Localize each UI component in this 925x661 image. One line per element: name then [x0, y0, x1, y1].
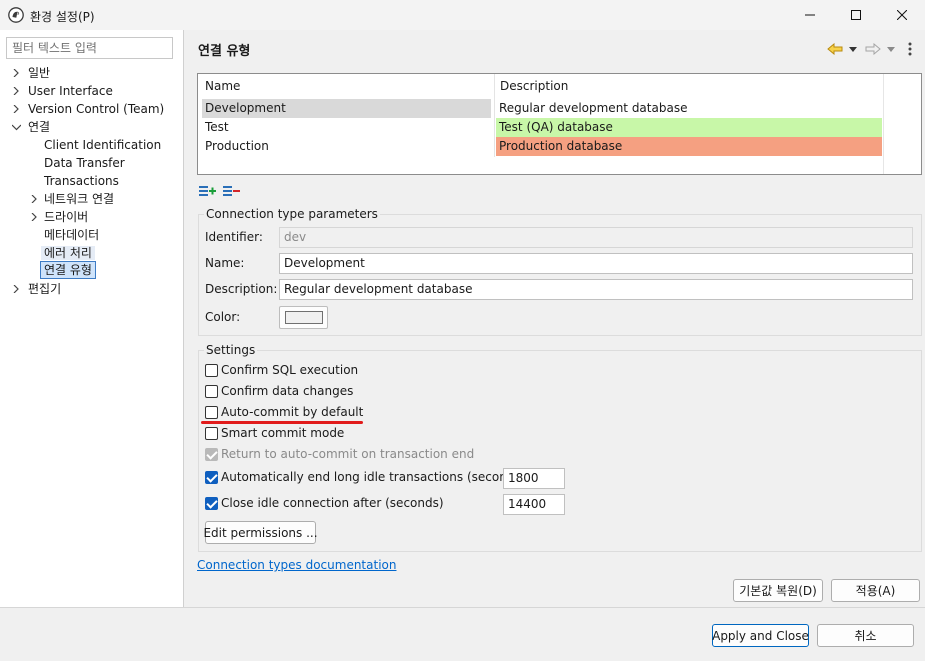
description-field[interactable]: Regular development database	[279, 279, 913, 300]
color-swatch	[285, 311, 323, 324]
forward-dropdown-button[interactable]	[885, 40, 897, 58]
table-row-description[interactable]: Test (QA) database	[496, 118, 882, 137]
identifier-label: Identifier:	[205, 230, 263, 244]
forward-arrow-icon	[865, 43, 881, 55]
confirm-sql-checkbox[interactable]: Confirm SQL execution	[205, 362, 358, 378]
footer-divider	[0, 607, 925, 608]
list-remove-icon	[223, 186, 240, 196]
chevron-right-icon[interactable]	[10, 280, 22, 298]
minimize-button[interactable]	[787, 0, 833, 30]
close-icon	[897, 10, 907, 20]
return-auto-commit-checkbox: Return to auto-commit on transaction end	[205, 446, 474, 462]
back-arrow-icon	[827, 43, 843, 55]
column-divider	[494, 74, 495, 157]
title-bar: 환경 설정(P)	[0, 0, 925, 30]
window-title: 환경 설정(P)	[30, 10, 95, 24]
apply-button[interactable]: 적용(A)	[831, 579, 920, 602]
chevron-right-icon[interactable]	[10, 64, 22, 82]
back-dropdown-button[interactable]	[847, 40, 859, 58]
close-idle-checkbox[interactable]: Close idle connection after (seconds)	[205, 495, 444, 511]
tree-item-version-control[interactable]: Version Control (Team)	[10, 100, 167, 118]
checkbox-box[interactable]	[205, 405, 218, 419]
app-logo-icon	[8, 7, 24, 23]
chevron-right-icon[interactable]	[28, 190, 40, 208]
connection-types-table: Name Description Development Regular dev…	[197, 73, 922, 175]
auto-end-idle-checkbox[interactable]: Automatically end long idle transactions…	[205, 469, 525, 485]
identifier-field: dev	[279, 227, 913, 248]
checkbox-box[interactable]	[205, 426, 218, 440]
tree-item-network[interactable]: 네트워크 연결	[28, 190, 117, 208]
column-header-name[interactable]: Name	[205, 79, 240, 93]
close-idle-seconds-input[interactable]: 14400	[503, 494, 565, 515]
table-row-name[interactable]: Production	[202, 137, 491, 156]
tree-item-connection-types[interactable]: 연결 유형	[40, 261, 96, 279]
chevron-right-icon[interactable]	[10, 82, 22, 100]
checkbox-box[interactable]	[205, 496, 218, 510]
column-header-description[interactable]: Description	[500, 79, 568, 93]
confirm-data-checkbox[interactable]: Confirm data changes	[205, 383, 353, 399]
dropdown-arrow-icon	[887, 46, 895, 52]
restore-defaults-button[interactable]: 기본값 복원(D)	[733, 579, 823, 602]
checkbox-box[interactable]	[205, 470, 218, 484]
table-row-description[interactable]: Regular development database	[496, 99, 882, 118]
tree-item-metadata[interactable]: 메타데이터	[41, 226, 102, 244]
apply-and-close-button[interactable]: Apply and Close	[712, 624, 809, 647]
description-label: Description:	[205, 282, 278, 296]
more-vertical-icon	[908, 42, 912, 56]
preferences-sidebar: 일반 User Interface Version Control (Team)…	[0, 30, 184, 608]
name-label: Name:	[205, 256, 245, 270]
tree-item-transactions[interactable]: Transactions	[41, 172, 122, 190]
checkbox-box	[205, 447, 218, 461]
dropdown-arrow-icon	[849, 46, 857, 52]
highlight-underline	[201, 421, 363, 424]
back-button[interactable]	[826, 40, 844, 58]
checkbox-box[interactable]	[205, 363, 218, 377]
filter-input[interactable]	[6, 37, 173, 59]
tree-item-editors[interactable]: 편집기	[10, 280, 64, 298]
table-row-name[interactable]: Test	[202, 118, 491, 137]
table-row-name[interactable]: Development	[202, 99, 491, 118]
chevron-down-icon[interactable]	[10, 118, 22, 136]
tree-item-data-transfer[interactable]: Data Transfer	[41, 154, 128, 172]
add-type-button[interactable]	[199, 184, 216, 198]
tree-item-connections[interactable]: 연결	[10, 118, 53, 136]
page-nav-toolbar	[826, 40, 921, 58]
color-picker-button[interactable]	[279, 306, 328, 329]
documentation-link[interactable]: Connection types documentation	[197, 558, 396, 572]
name-field[interactable]: Development	[279, 253, 913, 274]
view-menu-button[interactable]	[904, 40, 916, 58]
cancel-button[interactable]: 취소	[817, 624, 914, 647]
tree-item-general[interactable]: 일반	[10, 64, 53, 82]
table-right-divider	[883, 74, 884, 174]
color-label: Color:	[205, 310, 241, 324]
close-button[interactable]	[879, 0, 925, 30]
tree-item-error-handling[interactable]: 에러 처리	[41, 244, 95, 262]
tree-item-client-identification[interactable]: Client Identification	[41, 136, 164, 154]
group-title: Connection type parameters	[204, 207, 380, 221]
list-add-icon	[199, 186, 216, 196]
maximize-button[interactable]	[833, 0, 879, 30]
group-title: Settings	[204, 343, 258, 357]
chevron-right-icon[interactable]	[10, 100, 22, 118]
smart-commit-checkbox[interactable]: Smart commit mode	[205, 425, 344, 441]
tree-item-drivers[interactable]: 드라이버	[28, 208, 91, 226]
maximize-icon	[851, 10, 861, 20]
tree-item-user-interface[interactable]: User Interface	[10, 82, 116, 100]
edit-permissions-button[interactable]: Edit permissions ...	[203, 521, 318, 544]
chevron-right-icon[interactable]	[28, 208, 40, 226]
minimize-icon	[805, 14, 815, 16]
remove-type-button[interactable]	[223, 184, 240, 198]
auto-commit-checkbox[interactable]: Auto-commit by default	[205, 404, 363, 420]
forward-button[interactable]	[864, 40, 882, 58]
auto-end-idle-seconds-input[interactable]: 1800	[503, 468, 565, 489]
checkbox-box[interactable]	[205, 384, 218, 398]
page-title: 연결 유형	[198, 44, 251, 59]
table-row-description[interactable]: Production database	[496, 137, 882, 156]
